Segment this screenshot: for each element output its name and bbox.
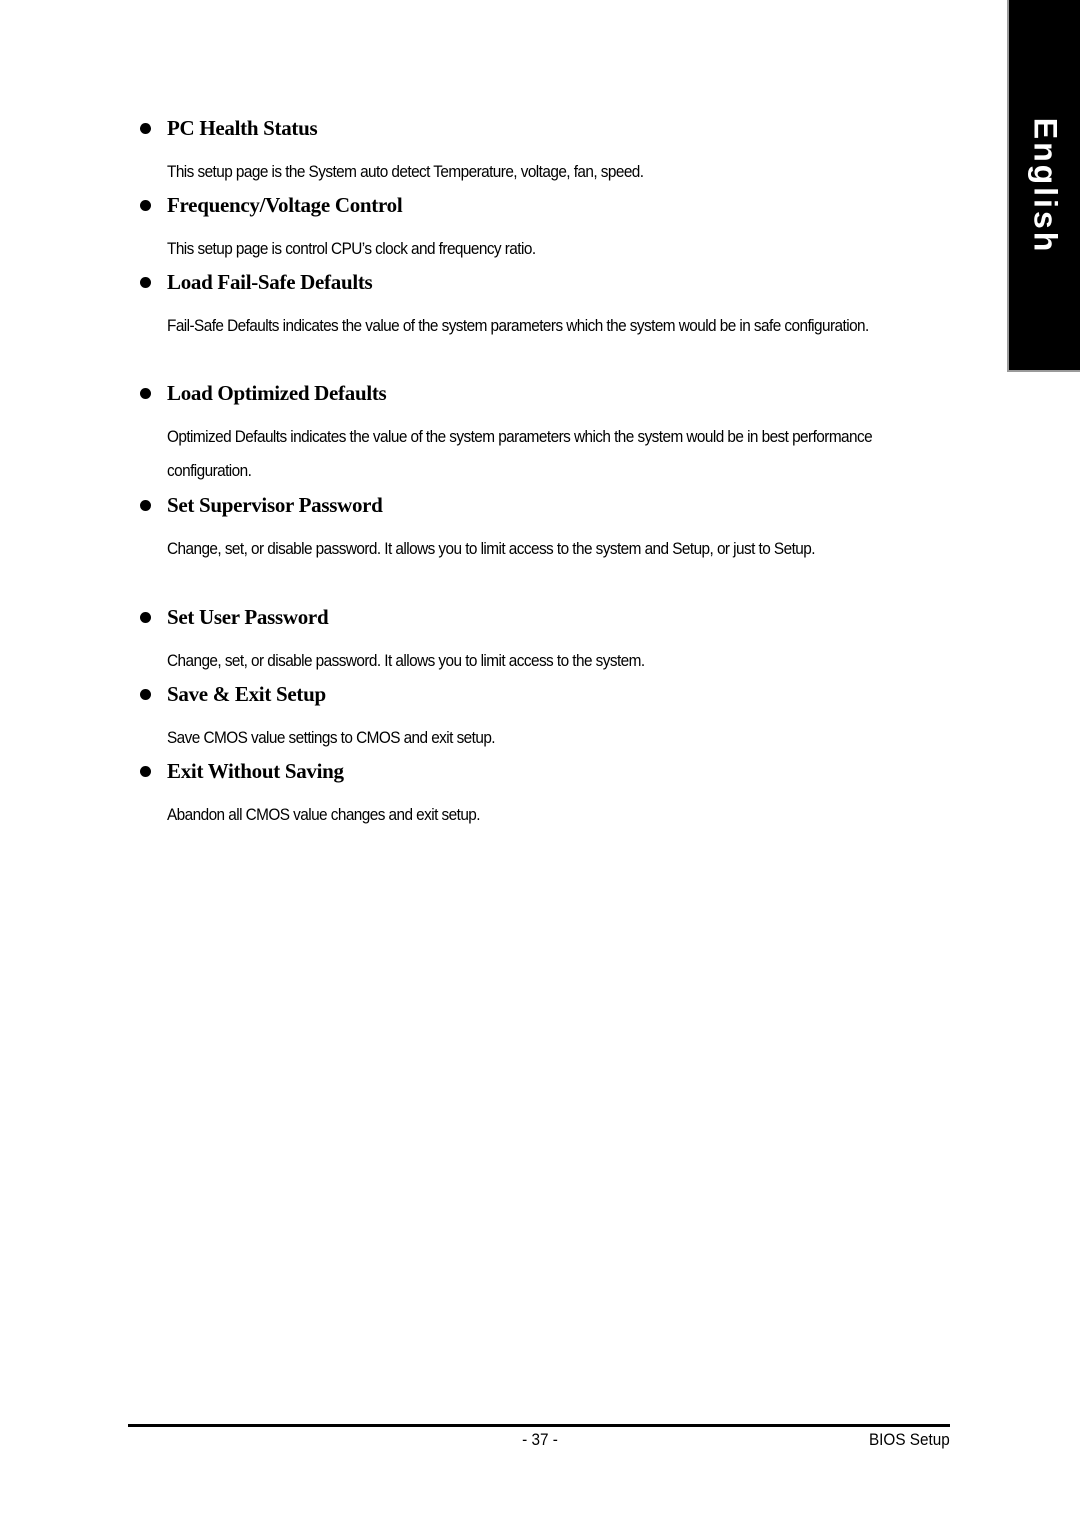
bullet-icon bbox=[140, 765, 151, 777]
page-number: - 37 - bbox=[522, 1430, 558, 1449]
section-frequency-voltage-control: Frequency/Voltage Control This setup pag… bbox=[140, 190, 960, 266]
bullet-icon bbox=[140, 611, 151, 623]
section-description: Change, set, or disable password. It all… bbox=[167, 540, 815, 558]
section-heading: Frequency/Voltage Control bbox=[140, 190, 960, 220]
section-description: Optimized Defaults indicates the value o… bbox=[167, 428, 873, 480]
section-title: PC Health Status bbox=[167, 115, 318, 140]
language-tab-label: English bbox=[1027, 117, 1063, 255]
section-exit-without-saving: Exit Without Saving Abandon all CMOS val… bbox=[140, 756, 960, 832]
bullet-icon bbox=[140, 688, 151, 700]
section-heading: PC Health Status bbox=[140, 113, 960, 143]
section-load-fail-safe-defaults: Load Fail-Safe Defaults Fail-Safe Defaul… bbox=[140, 267, 960, 343]
bullet-icon bbox=[140, 199, 151, 211]
section-title: Save & Exit Setup bbox=[167, 681, 326, 706]
section-heading: Exit Without Saving bbox=[140, 756, 960, 786]
section-heading: Load Optimized Defaults bbox=[140, 378, 960, 408]
section-heading: Set User Password bbox=[140, 602, 960, 632]
section-description: Change, set, or disable password. It all… bbox=[167, 652, 645, 670]
bullet-icon bbox=[140, 499, 151, 511]
section-title: Exit Without Saving bbox=[167, 758, 344, 783]
bullet-icon bbox=[140, 387, 151, 399]
footer-divider bbox=[128, 1424, 950, 1427]
section-description: Abandon all CMOS value changes and exit … bbox=[167, 806, 481, 824]
section-set-supervisor-password: Set Supervisor Password Change, set, or … bbox=[140, 490, 960, 566]
section-title: Set Supervisor Password bbox=[167, 492, 383, 517]
section-heading: Set Supervisor Password bbox=[140, 490, 960, 520]
section-title: Load Optimized Defaults bbox=[167, 380, 387, 405]
language-tab: English bbox=[1007, 0, 1080, 372]
section-load-optimized-defaults: Load Optimized Defaults Optimized Defaul… bbox=[140, 378, 960, 488]
section-set-user-password: Set User Password Change, set, or disabl… bbox=[140, 602, 960, 678]
section-description: Fail-Safe Defaults indicates the value o… bbox=[167, 317, 869, 335]
section-save-exit-setup: Save & Exit Setup Save CMOS value settin… bbox=[140, 679, 960, 755]
section-title: Frequency/Voltage Control bbox=[167, 192, 403, 217]
section-heading: Save & Exit Setup bbox=[140, 679, 960, 709]
section-description: This setup page is control CPU’s clock a… bbox=[167, 240, 536, 258]
section-description: This setup page is the System auto detec… bbox=[167, 163, 644, 181]
section-title: Set User Password bbox=[167, 604, 329, 629]
footer-section-title: BIOS Setup bbox=[869, 1430, 950, 1449]
section-description: Save CMOS value settings to CMOS and exi… bbox=[167, 729, 496, 747]
bullet-icon bbox=[140, 276, 151, 288]
section-heading: Load Fail-Safe Defaults bbox=[140, 267, 960, 297]
bullet-icon bbox=[140, 122, 151, 134]
section-pc-health-status: PC Health Status This setup page is the … bbox=[140, 113, 960, 189]
section-title: Load Fail-Safe Defaults bbox=[167, 269, 373, 294]
